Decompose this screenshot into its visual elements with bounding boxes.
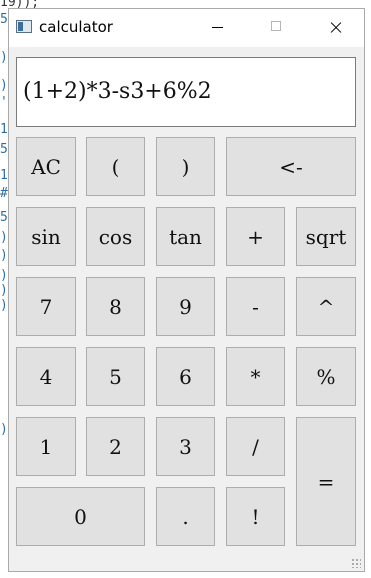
calculator-app-icon — [16, 20, 32, 33]
code-line-marker: ) — [0, 50, 8, 65]
code-line-marker: ) — [0, 78, 8, 93]
title-bar[interactable]: calculator — [9, 9, 364, 47]
code-line-marker: # — [0, 186, 8, 201]
expression-display[interactable]: (1+2)*3-s3+6%2 — [16, 57, 356, 127]
plus-button[interactable]: + — [226, 207, 285, 266]
maximize-button[interactable] — [254, 9, 300, 47]
digit-5-button[interactable]: 5 — [86, 347, 145, 406]
code-line-marker: ) — [0, 230, 8, 245]
digit-0-button[interactable]: 0 — [16, 487, 145, 546]
tan-button[interactable]: tan — [156, 207, 215, 266]
digit-4-button[interactable]: 4 — [16, 347, 76, 406]
digit-6-button[interactable]: 6 — [156, 347, 215, 406]
calculator-window: calculator (1+2)*3-s3+6%2 AC ( ) <- sin … — [8, 8, 365, 572]
sqrt-button[interactable]: sqrt — [296, 207, 356, 266]
code-line-marker: 1 — [0, 122, 8, 137]
code-line-marker: 1 — [0, 168, 8, 183]
sin-button[interactable]: sin — [16, 207, 76, 266]
window-title: calculator — [39, 18, 113, 36]
minimize-button[interactable] — [195, 9, 241, 47]
decimal-point-button[interactable]: . — [156, 487, 215, 546]
digit-3-button[interactable]: 3 — [156, 417, 215, 476]
digit-9-button[interactable]: 9 — [156, 277, 215, 336]
resize-grip-icon[interactable] — [351, 558, 361, 568]
code-line-marker: 5 — [0, 12, 8, 27]
code-line-marker: ) — [0, 283, 8, 298]
digit-1-button[interactable]: 1 — [16, 417, 76, 476]
multiply-button[interactable]: * — [226, 347, 285, 406]
equals-button[interactable]: = — [296, 417, 356, 546]
code-line-marker: 5 — [0, 210, 8, 225]
divide-button[interactable]: / — [226, 417, 285, 476]
digit-8-button[interactable]: 8 — [86, 277, 145, 336]
code-line-marker: ' — [0, 95, 8, 110]
cos-button[interactable]: cos — [86, 207, 145, 266]
right-paren-button[interactable]: ) — [156, 137, 215, 196]
digit-7-button[interactable]: 7 — [16, 277, 76, 336]
digit-2-button[interactable]: 2 — [86, 417, 145, 476]
code-line-marker: ) — [0, 268, 8, 283]
close-button[interactable] — [313, 9, 359, 47]
code-line-marker: 5 — [0, 142, 8, 157]
backspace-button[interactable]: <- — [226, 137, 356, 196]
power-button[interactable]: ^ — [296, 277, 356, 336]
factorial-button[interactable]: ! — [226, 487, 285, 546]
code-line-marker: ) — [0, 422, 8, 437]
code-line-marker: ) — [0, 298, 8, 313]
code-line-marker: ) — [0, 248, 8, 263]
ac-button[interactable]: AC — [16, 137, 76, 196]
percent-button[interactable]: % — [296, 347, 356, 406]
minus-button[interactable]: - — [226, 277, 285, 336]
left-paren-button[interactable]: ( — [86, 137, 145, 196]
